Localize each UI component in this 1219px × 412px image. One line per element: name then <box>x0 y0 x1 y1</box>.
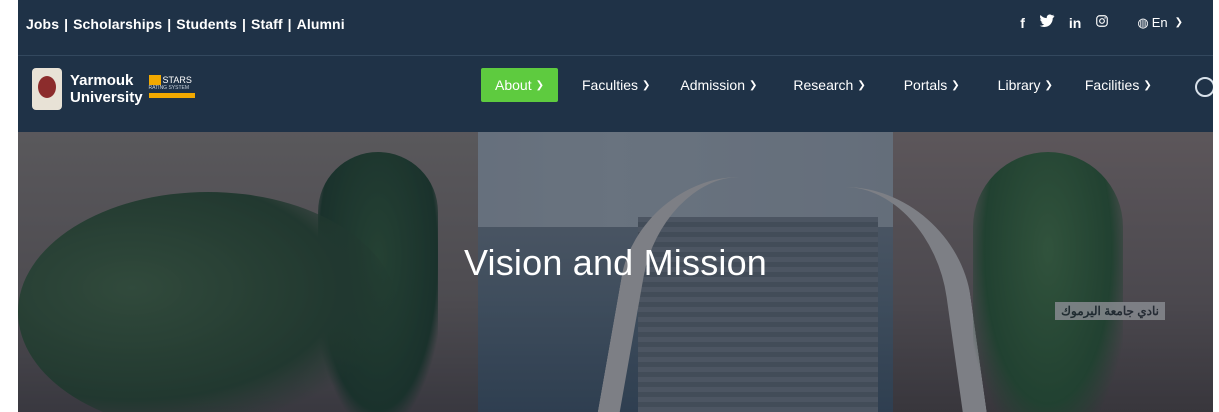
search-icon[interactable] <box>1195 77 1215 97</box>
nav-item-label: Research <box>793 77 854 93</box>
linkedin-icon[interactable]: in <box>1069 15 1081 31</box>
stars-bar <box>148 92 195 98</box>
stars-box-icon <box>148 74 161 85</box>
nav-item-admission[interactable]: Admission ❯ <box>680 68 757 102</box>
facebook-icon[interactable]: f <box>1020 15 1025 31</box>
stars-sub-label: RATING SYSTEM <box>148 84 190 91</box>
chevron-down-icon: ❯ <box>642 79 651 91</box>
right-gutter <box>1213 0 1219 412</box>
chevron-down-icon: ❯ <box>749 79 758 91</box>
twitter-icon[interactable] <box>1039 14 1055 31</box>
chevron-down-icon: ❯ <box>857 79 866 91</box>
nav-item-library[interactable]: Library ❯ <box>998 68 1053 102</box>
jobs-link[interactable]: Jobs <box>26 16 59 32</box>
nav-item-research[interactable]: Research ❯ <box>793 68 865 102</box>
alumni-link[interactable]: Alumni <box>297 16 345 32</box>
stars-rating-badge: STARS RATING SYSTEM <box>148 74 195 98</box>
nav-item-label: Portals <box>903 77 948 93</box>
language-label: En <box>1151 15 1168 30</box>
top-utility-bar: Jobs | Scholarships | Students | Staff |… <box>18 0 1213 55</box>
link-separator: | <box>241 16 246 32</box>
link-separator: | <box>64 16 69 32</box>
instagram-icon[interactable] <box>1095 14 1109 31</box>
university-name-line2: University <box>70 89 143 106</box>
main-navbar: Yarmouk University STARS RATING SYSTEM A… <box>18 56 1215 132</box>
link-separator: | <box>287 16 292 32</box>
students-link[interactable]: Students <box>176 16 237 32</box>
nav-item-label: Admission <box>680 77 745 93</box>
hero-banner: نادي جامعة اليرموك Vision and Mission <box>18 132 1213 412</box>
scholarships-link[interactable]: Scholarships <box>73 16 162 32</box>
university-name-line1: Yarmouk <box>70 72 134 89</box>
nav-item-facilities[interactable]: Facilities ❯ <box>1085 68 1152 102</box>
university-logo[interactable]: Yarmouk University STARS RATING SYSTEM <box>32 68 195 110</box>
page-title: Vision and Mission <box>463 242 768 283</box>
globe-icon: ◍ <box>1137 14 1149 30</box>
staff-link[interactable]: Staff <box>251 16 283 32</box>
language-selector[interactable]: ◍ En ❯ <box>1137 15 1183 31</box>
stars-label: STARS <box>162 74 192 85</box>
page-frame: Jobs | Scholarships | Students | Staff |… <box>0 0 1219 412</box>
nav-item-portals[interactable]: Portals ❯ <box>904 68 960 102</box>
stars-badge-row: STARS <box>148 74 195 85</box>
university-name: Yarmouk University <box>70 72 143 106</box>
nav-item-label: Facilities <box>1084 77 1140 93</box>
social-links: f in ◍ En ❯ <box>1020 14 1183 31</box>
main-menu: About ❯ Faculties ❯ Admission ❯ Research… <box>481 68 1152 102</box>
university-seal-icon <box>32 68 62 110</box>
link-separator: | <box>167 16 172 32</box>
chevron-down-icon: ❯ <box>535 79 544 91</box>
nav-item-label: Library <box>997 77 1041 93</box>
chevron-down-icon: ❯ <box>1174 17 1183 28</box>
left-gutter <box>0 0 18 412</box>
chevron-down-icon: ❯ <box>1143 79 1152 91</box>
nav-item-faculties[interactable]: Faculties ❯ <box>582 68 650 102</box>
chevron-down-icon: ❯ <box>1044 79 1053 91</box>
nav-item-label: About <box>495 77 532 93</box>
chevron-down-icon: ❯ <box>951 79 960 91</box>
nav-item-about[interactable]: About ❯ <box>481 68 558 102</box>
utility-links: Jobs | Scholarships | Students | Staff |… <box>26 16 345 32</box>
nav-item-label: Faculties <box>581 77 639 93</box>
